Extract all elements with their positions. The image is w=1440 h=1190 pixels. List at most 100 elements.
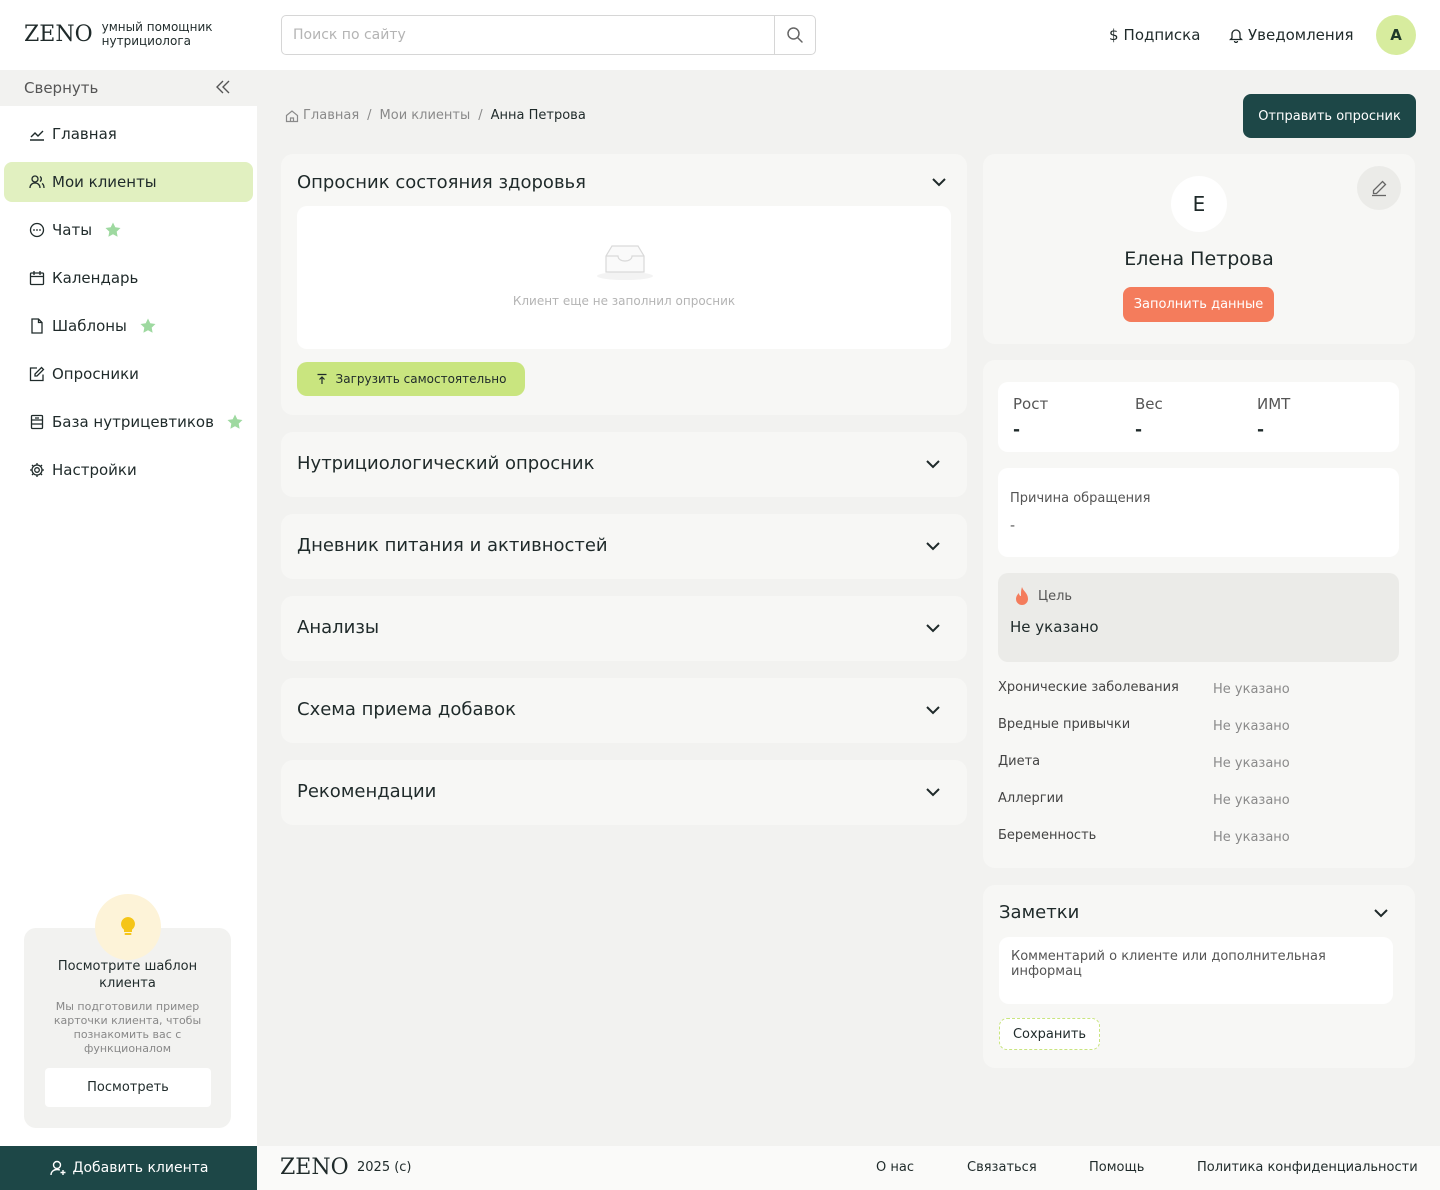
- send-questionnaire-button[interactable]: Отправить опросник: [1243, 94, 1416, 138]
- section-title: Анализы: [297, 617, 380, 638]
- lab-tests-section[interactable]: Анализы: [281, 596, 967, 661]
- sidebar: Свернуть Главная Мои клиенты Чаты Календ…: [0, 70, 257, 1190]
- footer-link-contact[interactable]: Связаться: [967, 1160, 1037, 1175]
- sidebar-item-clients[interactable]: Мои клиенты: [4, 162, 253, 202]
- client-avatar: Е: [1171, 176, 1227, 232]
- search-input[interactable]: [282, 16, 776, 54]
- upload-self-button[interactable]: Загрузить самостоятельно: [297, 362, 525, 396]
- breadcrumb-current: Анна Петрова: [490, 108, 586, 123]
- logo-wordmark: ZENO: [24, 21, 93, 47]
- section-title: Нутрициологический опросник: [297, 453, 595, 474]
- top-header: ZENO умный помощник нутрициолога $ Подпи…: [0, 0, 1440, 70]
- chevron-down-icon[interactable]: [931, 176, 947, 188]
- client-details-card: Рост - Вес - ИМТ - Причина обращения - Ц…: [983, 360, 1415, 868]
- promo-title: Посмотрите шаблон клиента: [57, 959, 198, 991]
- subscription-link[interactable]: $ Подписка: [1109, 26, 1200, 44]
- height-label: Рост: [1013, 395, 1049, 413]
- add-client-label: Добавить клиента: [72, 1160, 209, 1176]
- fill-data-button[interactable]: Заполнить данные: [1123, 287, 1274, 322]
- chronic-diseases-label: Хронические заболевания: [998, 680, 1179, 695]
- notifications-link[interactable]: Уведомления: [1229, 26, 1353, 44]
- sidebar-item-templates[interactable]: Шаблоны: [4, 306, 253, 346]
- client-profile-card: Е Елена Петрова Заполнить данные: [983, 154, 1415, 344]
- upload-icon: [317, 373, 327, 384]
- section-title[interactable]: Опросник состояния здоровья: [297, 172, 586, 193]
- supplements-section[interactable]: Схема приема добавок: [281, 678, 967, 743]
- sidebar-item-label: Главная: [52, 125, 117, 143]
- sidebar-item-settings[interactable]: Настройки: [4, 450, 253, 490]
- weight-label: Вес: [1135, 395, 1163, 413]
- bad-habits-label: Вредные привычки: [998, 717, 1131, 732]
- footer-link-help[interactable]: Помощь: [1089, 1160, 1144, 1175]
- chevron-down-icon[interactable]: [1373, 907, 1389, 919]
- database-icon: [28, 413, 46, 431]
- sidebar-item-home[interactable]: Главная: [4, 114, 253, 154]
- notes-card: Заметки Сохранить: [983, 885, 1415, 1068]
- sidebar-item-calendar[interactable]: Календарь: [4, 258, 253, 298]
- chevron-down-icon[interactable]: [925, 786, 941, 798]
- bmi-label: ИМТ: [1257, 395, 1291, 413]
- search-icon: [787, 27, 803, 43]
- footer-link-about[interactable]: О нас: [876, 1160, 914, 1175]
- sidebar-item-label: Чаты: [52, 221, 93, 239]
- logo[interactable]: ZENO умный помощник нутрициолога: [24, 20, 232, 48]
- pregnancy-label: Беременность: [998, 828, 1097, 843]
- weight-value: -: [1135, 420, 1143, 440]
- add-user-icon: [49, 1160, 66, 1176]
- pregnancy-value: Не указано: [1213, 830, 1290, 845]
- edit-profile-button[interactable]: [1357, 166, 1401, 210]
- upload-label: Загрузить самостоятельно: [335, 372, 507, 386]
- allergies-value: Не указано: [1213, 793, 1290, 808]
- breadcrumb: Главная / Мои клиенты / Анна Петрова: [285, 108, 586, 123]
- star-badge-icon: [104, 221, 122, 239]
- sidebar-item-label: Шаблоны: [52, 317, 127, 335]
- logo-tagline: умный помощник нутрициолога: [101, 20, 213, 48]
- height-value: -: [1013, 420, 1021, 440]
- view-template-button[interactable]: Посмотреть: [45, 1068, 211, 1107]
- food-diary-section[interactable]: Дневник питания и активностей: [281, 514, 967, 579]
- client-name: Елена Петрова: [1124, 248, 1274, 270]
- section-title: Схема приема добавок: [297, 699, 517, 720]
- goal-label: Цель: [1038, 589, 1073, 604]
- health-questionnaire-section: Опросник состояния здоровья Клиент еще н…: [281, 154, 967, 415]
- calendar-icon: [28, 269, 46, 287]
- footer-logo[interactable]: ZENO: [280, 1155, 349, 1180]
- sidebar-item-chats[interactable]: Чаты: [4, 210, 253, 250]
- chevron-down-icon[interactable]: [925, 622, 941, 634]
- collapse-sidebar-button[interactable]: Свернуть: [0, 70, 257, 106]
- star-badge-icon: [226, 413, 244, 431]
- breadcrumb-home[interactable]: Главная: [303, 108, 359, 123]
- search-bar: [281, 15, 816, 55]
- empty-inbox-icon: [597, 245, 653, 280]
- nutrition-questionnaire-section[interactable]: Нутрициологический опросник: [281, 432, 967, 497]
- notifications-label: Уведомления: [1248, 26, 1354, 44]
- sidebar-item-nutraceuticals[interactable]: База нутрицевтиков: [4, 402, 253, 442]
- diet-value: Не указано: [1213, 756, 1290, 771]
- chart-line-icon: [28, 125, 46, 143]
- empty-state-text: Клиент еще не заполнил опросник: [512, 294, 736, 308]
- breadcrumb-clients[interactable]: Мои клиенты: [380, 108, 471, 123]
- search-button[interactable]: [774, 16, 815, 54]
- chat-bubble-icon: [28, 221, 46, 239]
- section-title: Рекомендации: [297, 781, 437, 802]
- recommendations-section[interactable]: Рекомендации: [281, 760, 967, 825]
- home-icon: [285, 109, 299, 122]
- goal-value: Не указано: [1010, 618, 1099, 636]
- add-client-button[interactable]: Добавить клиента: [0, 1146, 257, 1190]
- sidebar-item-label: Опросники: [52, 365, 139, 383]
- footer-link-privacy[interactable]: Политика конфиденциальности: [1197, 1160, 1418, 1175]
- save-notes-button[interactable]: Сохранить: [999, 1018, 1100, 1050]
- notes-textarea[interactable]: [999, 937, 1393, 1004]
- sidebar-item-label: Настройки: [52, 461, 137, 479]
- goal-box: Цель Не указано: [998, 573, 1399, 662]
- edit-form-icon: [28, 365, 46, 383]
- chevron-down-icon[interactable]: [925, 704, 941, 716]
- section-title: Дневник питания и активностей: [297, 535, 608, 556]
- chevron-down-icon[interactable]: [925, 540, 941, 552]
- user-avatar[interactable]: А: [1376, 15, 1416, 55]
- chevron-down-icon[interactable]: [925, 458, 941, 470]
- sidebar-item-questionnaires[interactable]: Опросники: [4, 354, 253, 394]
- double-chevron-left-icon: [216, 80, 230, 94]
- bad-habits-value: Не указано: [1213, 719, 1290, 734]
- breadcrumb-separator: /: [478, 108, 483, 123]
